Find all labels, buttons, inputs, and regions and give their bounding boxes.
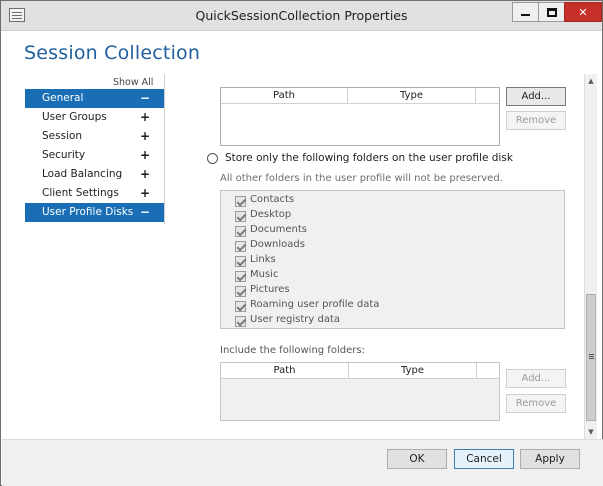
store-only-label: Store only the following folders on the … [225, 152, 513, 164]
scrollbar-thumb[interactable] [586, 294, 596, 421]
folder-label: User registry data [250, 314, 341, 325]
title-bar[interactable]: QuickSessionCollection Properties ✕ [1, 1, 602, 31]
top-remove-button[interactable]: Remove [506, 111, 566, 130]
folder-label: Pictures [250, 284, 290, 295]
ok-button[interactable]: OK [387, 449, 447, 469]
sidebar-item-label: Session [42, 130, 83, 142]
column-header-path[interactable]: Path [221, 88, 348, 104]
store-only-hint: All other folders in the user profile wi… [220, 173, 503, 184]
expand-icon: + [140, 110, 151, 124]
column-header-type[interactable]: Type [348, 88, 476, 104]
folder-label: Contacts [250, 194, 295, 205]
sidebar-item-security[interactable]: Security + [25, 146, 165, 165]
folder-label: Roaming user profile data [250, 299, 380, 310]
maximize-icon [546, 7, 557, 17]
sidebar-item-load-balancing[interactable]: Load Balancing + [25, 165, 165, 184]
close-button[interactable]: ✕ [564, 2, 602, 22]
folder-checkbox[interactable] [235, 196, 246, 207]
include-add-button[interactable]: Add... [506, 369, 566, 388]
show-all-link[interactable]: Show All [113, 77, 153, 88]
maximize-button[interactable] [538, 2, 565, 22]
include-folders-label: Include the following folders: [220, 345, 365, 356]
folder-checkbox[interactable] [235, 301, 246, 312]
sidebar-item-label: Load Balancing [42, 168, 123, 180]
folder-checkbox[interactable] [235, 226, 246, 237]
grid-header: Path Type [221, 363, 499, 379]
folder-checkbox[interactable] [235, 211, 246, 222]
folder-label: Music [250, 269, 279, 280]
collapse-icon: − [140, 205, 151, 219]
scrollbar-grip-icon [589, 354, 594, 355]
folder-checkbox[interactable] [235, 271, 246, 282]
folder-checkbox[interactable] [235, 316, 246, 327]
column-header-path[interactable]: Path [221, 363, 349, 379]
minimize-icon [521, 14, 530, 16]
sidebar-item-general[interactable]: General − [25, 89, 165, 108]
folder-label: Downloads [250, 239, 305, 250]
dialog-footer: OK Cancel Apply [2, 440, 603, 486]
cancel-button[interactable]: Cancel [454, 449, 514, 469]
sidebar-item-label: Security [42, 149, 86, 161]
top-folders-grid[interactable]: Path Type [220, 87, 500, 146]
store-only-radio[interactable] [207, 153, 218, 164]
content-scrollbar[interactable]: ▲ ▼ [584, 74, 597, 439]
scroll-down-arrow-icon[interactable]: ▼ [585, 425, 597, 439]
sidebar-item-user-profile-disks[interactable]: User Profile Disks − [25, 203, 165, 222]
grid-header: Path Type [221, 88, 499, 104]
minimize-button[interactable] [512, 2, 539, 22]
nav-divider [164, 74, 165, 224]
sidebar-item-label: General [42, 92, 84, 104]
folder-checkbox[interactable] [235, 256, 246, 267]
profile-folders-list: Contacts Desktop Documents Downloads Lin… [220, 190, 565, 329]
folder-label: Desktop [250, 209, 292, 220]
sidebar-item-label: Client Settings [42, 187, 119, 199]
expand-icon: + [140, 148, 151, 162]
collapse-icon: − [140, 91, 151, 105]
column-header-type[interactable]: Type [349, 363, 477, 379]
sidebar-item-user-groups[interactable]: User Groups + [25, 108, 165, 127]
expand-icon: + [140, 129, 151, 143]
properties-window: QuickSessionCollection Properties ✕ Sess… [0, 0, 603, 486]
sidebar-item-client-settings[interactable]: Client Settings + [25, 184, 165, 203]
sidebar-item-label: User Profile Disks [42, 206, 134, 218]
apply-button[interactable]: Apply [520, 449, 580, 469]
sidebar-item-label: User Groups [42, 111, 107, 123]
scroll-up-arrow-icon[interactable]: ▲ [585, 74, 597, 88]
expand-icon: + [140, 167, 151, 181]
sidebar-item-session[interactable]: Session + [25, 127, 165, 146]
close-icon: ✕ [578, 5, 588, 19]
include-remove-button[interactable]: Remove [506, 394, 566, 413]
page-title: Session Collection [24, 42, 201, 64]
sidebar-items: General − User Groups + Session + Securi… [25, 89, 165, 222]
expand-icon: + [140, 186, 151, 200]
user-profile-disks-panel: Path Type Add... Remove Store only the f… [191, 74, 583, 439]
folder-label: Documents [250, 224, 308, 235]
folder-checkbox[interactable] [235, 286, 246, 297]
top-add-button[interactable]: Add... [506, 87, 566, 106]
include-folders-grid[interactable]: Path Type [220, 362, 500, 421]
folder-checkbox[interactable] [235, 241, 246, 252]
folder-label: Links [250, 254, 276, 265]
